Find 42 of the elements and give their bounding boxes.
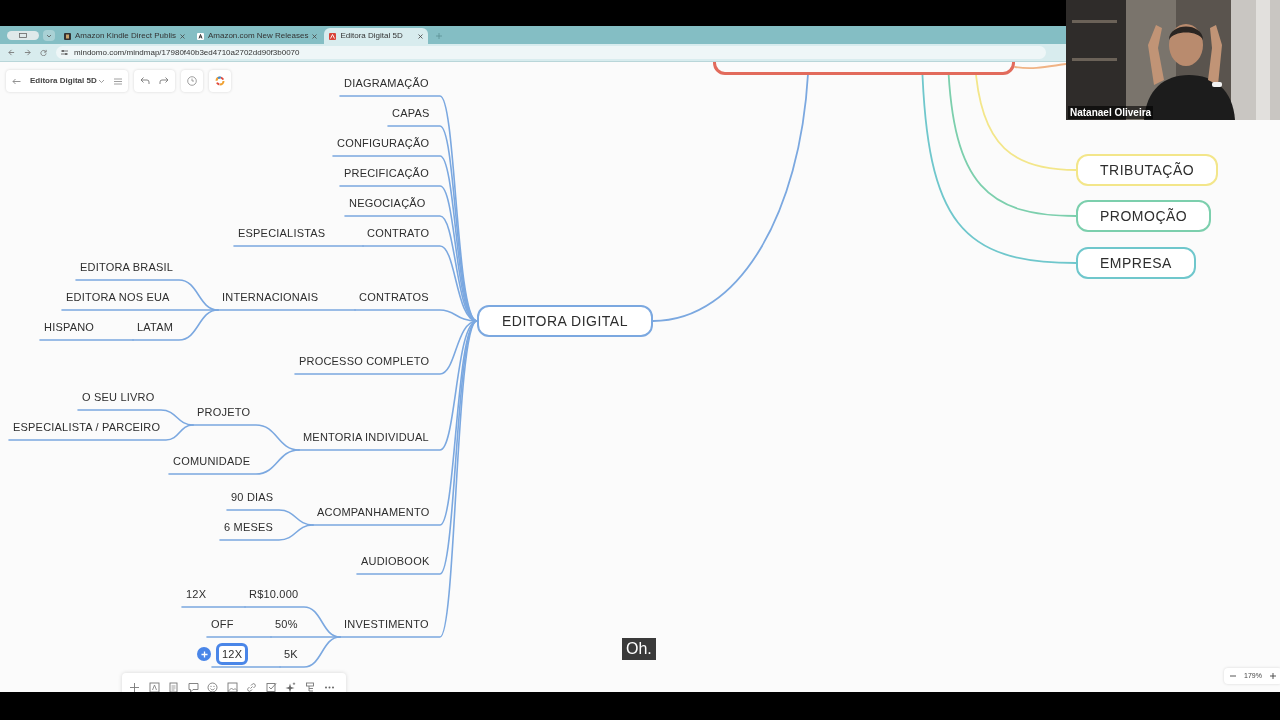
browser-tab[interactable]: Amazon.com New Releases (191, 29, 323, 43)
topic-node[interactable]: TRIBUTAÇÃO (1076, 154, 1219, 186)
topic-label[interactable]: 5K (284, 646, 298, 662)
topic-label[interactable]: NEGOCIAÇÃO (349, 195, 426, 211)
topic-label[interactable]: COMUNIDADE (173, 453, 251, 469)
topic-label[interactable]: ESPECIALISTAS (238, 225, 326, 241)
topic-label[interactable]: INVESTIMENTO (344, 616, 429, 632)
topic-label[interactable]: CONTRATOS (359, 289, 429, 305)
topic-label[interactable]: DIAGRAMAÇÃO (344, 75, 429, 91)
topic-node[interactable]: PROMOÇÃO (1076, 200, 1212, 232)
topic-label[interactable]: HISPANO (44, 319, 95, 335)
topic-label[interactable]: 90 DIAS (231, 489, 274, 505)
topic-label[interactable]: 6 MESES (224, 519, 274, 535)
topic-label[interactable]: 12X (216, 643, 249, 665)
topic-label[interactable]: CONTRATO (367, 225, 430, 241)
participant-name: Natanael Oliveira (1068, 106, 1154, 119)
topic-node[interactable]: EMPRESA (1076, 247, 1196, 279)
topic-label[interactable]: PROCESSO COMPLETO (299, 353, 430, 369)
browser-tab[interactable]: Amazon Kindle Direct Publis (59, 29, 190, 43)
topic-label[interactable]: MENTORIA INDIVIDUAL (303, 429, 429, 445)
central-topic[interactable]: EDITORA DIGITAL (477, 305, 653, 337)
topic-label[interactable]: ESPECIALISTA / PARCEIRO (13, 419, 161, 435)
topic-label[interactable]: LATAM (137, 319, 174, 335)
caption-text: Oh. (622, 638, 656, 660)
topic-label[interactable]: PRECIFICAÇÃO (344, 165, 429, 181)
topic-label[interactable]: PROJETO (197, 404, 251, 420)
topic-label[interactable]: OFF (211, 616, 234, 632)
topic-label[interactable]: 50% (275, 616, 298, 632)
topic-label[interactable]: EDITORA NOS EUA (66, 289, 170, 305)
topic-label[interactable]: O SEU LIVRO (82, 389, 155, 405)
browser-tab[interactable]: Editora Digital 5D (324, 28, 429, 44)
topic-label[interactable]: AUDIOBOOK (361, 553, 430, 569)
topic-label[interactable]: INTERNACIONAIS (222, 289, 319, 305)
topic-label[interactable]: R$10.000 (249, 586, 299, 602)
topic-label[interactable]: 12X (186, 586, 207, 602)
topic-label[interactable]: ACOMPANHAMENTO (317, 504, 430, 520)
topic-label[interactable]: CAPAS (392, 105, 430, 121)
topic-label[interactable]: EDITORA BRASIL (80, 259, 174, 275)
topic-label[interactable]: CONFIGURAÇÃO (337, 135, 430, 151)
address-bar[interactable]: mindomo.com/mindmap/17980f40b3ed4710a2702dd90f3b0070 (56, 46, 1046, 59)
url-text: mindomo.com/mindmap/17980f40b3ed4710a2702dd90f3b0070 (74, 48, 300, 57)
map-title[interactable]: Editora Digital 5D (30, 75, 97, 87)
